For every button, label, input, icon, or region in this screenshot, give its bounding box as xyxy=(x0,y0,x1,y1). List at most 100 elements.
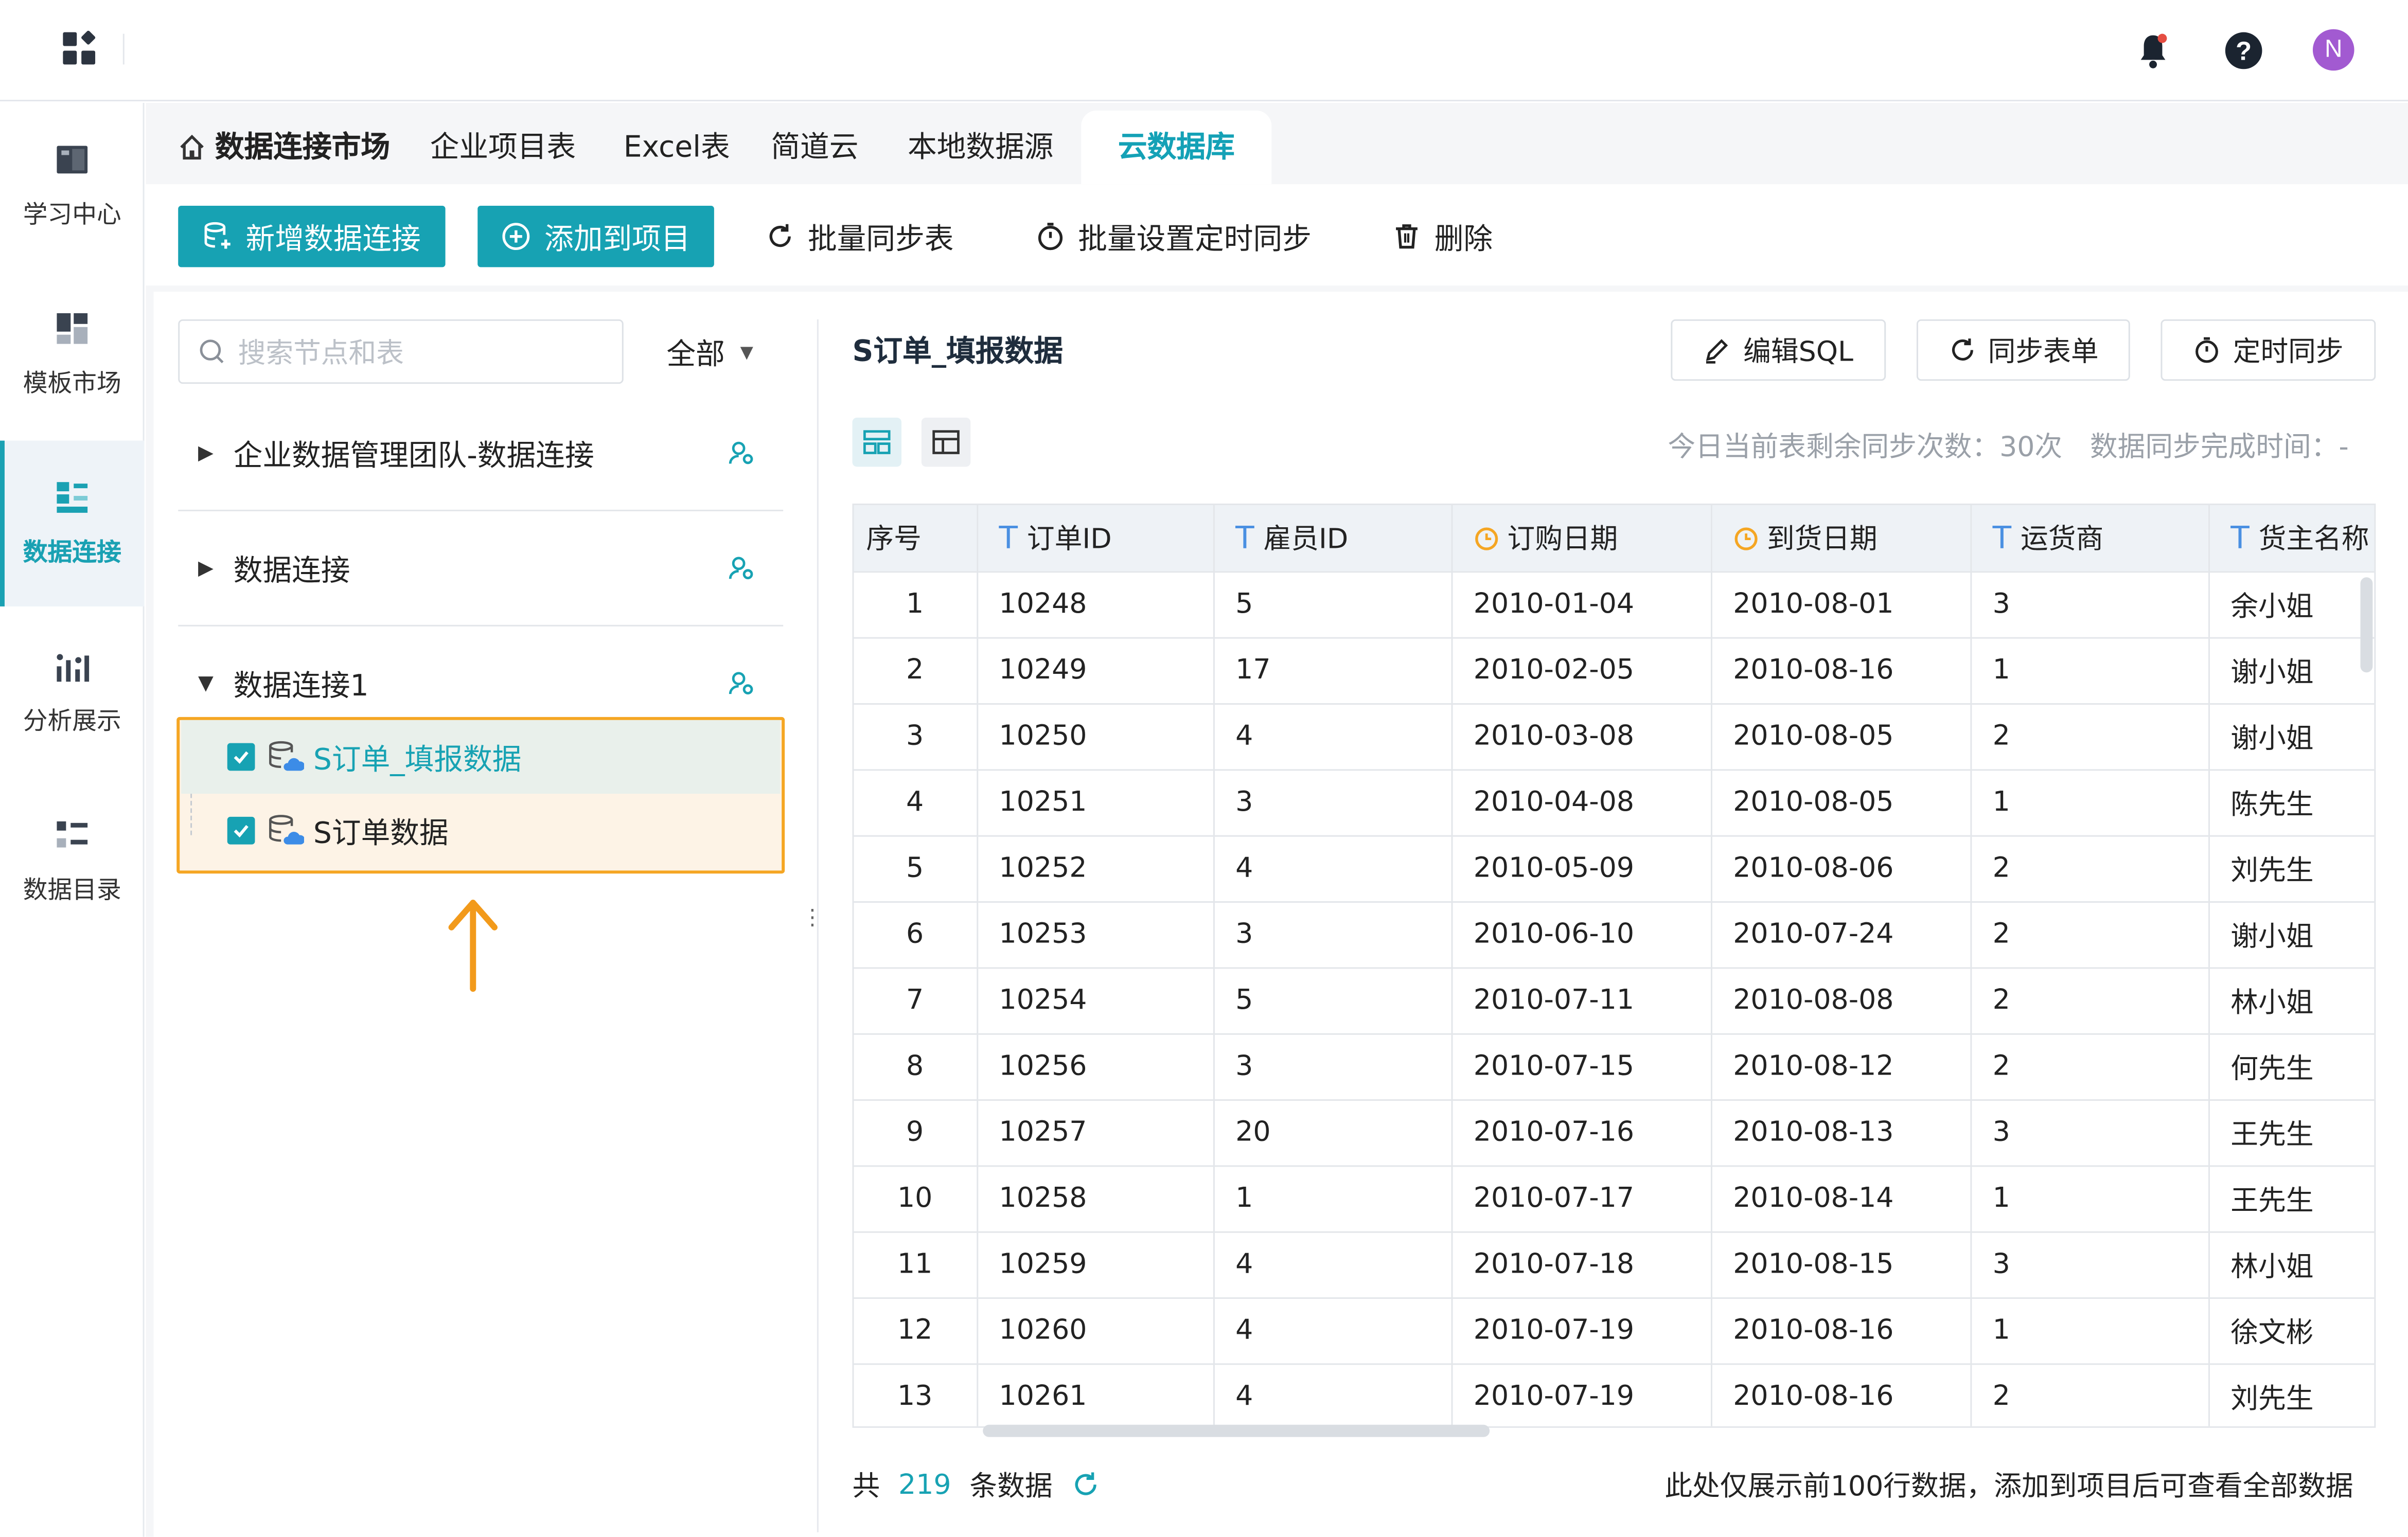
table-cell: 10 xyxy=(854,1165,978,1232)
table-cell: 2010-07-24 xyxy=(1710,901,1971,968)
cloud-database-icon xyxy=(269,741,304,771)
text-type-icon: T xyxy=(1235,519,1254,557)
table-row[interactable]: 7 10254 5 2010-07-11 2010-08-08 2 林小姐 xyxy=(854,967,2375,1034)
search-placeholder: 搜索节点和表 xyxy=(238,337,404,370)
column-header[interactable]: 到货日期 xyxy=(1710,505,1971,572)
table-row[interactable]: 2 10249 17 2010-02-05 2010-08-16 1 谢小姐 xyxy=(854,637,2375,704)
data-table: 序号 T 订单ID T 雇员ID 订购日期 到货日期 T 运货商 T 货主名称 1 102… xyxy=(852,503,2376,1428)
nav-item-templates[interactable]: 模板市场 xyxy=(0,272,145,437)
add-to-project-button[interactable]: 添加到项目 xyxy=(477,205,714,267)
table-row[interactable]: 6 10253 3 2010-06-10 2010-07-24 2 谢小姐 xyxy=(854,901,2375,968)
tree-group[interactable]: ▶ 数据连接 xyxy=(178,511,784,627)
column-header[interactable]: T 雇员ID xyxy=(1213,505,1453,572)
clock-icon xyxy=(1474,528,1497,551)
table-cell: 2 xyxy=(1970,835,2209,902)
column-header[interactable]: T 货主名称 xyxy=(2208,505,2375,572)
edit-sql-button[interactable]: 编辑SQL xyxy=(1671,319,1886,381)
tab-label: 数据连接市场 xyxy=(215,130,391,165)
table-cell: 5 xyxy=(1213,571,1453,638)
vertical-scrollbar[interactable] xyxy=(2360,577,2373,673)
table-row[interactable]: 5 10252 4 2010-05-09 2010-08-06 2 刘先生 xyxy=(854,835,2375,902)
checkbox-checked[interactable] xyxy=(227,816,255,845)
tab-local-source[interactable]: 本地数据源 xyxy=(908,111,1054,184)
template-icon xyxy=(57,313,88,344)
column-header[interactable]: 序号 xyxy=(854,505,978,572)
tree-group[interactable]: ▶ 企业数据管理团队-数据连接 xyxy=(178,396,784,511)
table-row[interactable]: 13 10261 4 2010-07-19 2010-08-16 2 刘先生 xyxy=(854,1363,2375,1426)
nav-item-analysis[interactable]: 分析展示 xyxy=(0,610,145,775)
table-cell: 2010-08-13 xyxy=(1710,1099,1971,1166)
user-settings-icon[interactable] xyxy=(728,669,756,697)
table-cell: 5 xyxy=(854,835,978,902)
svg-text:?: ? xyxy=(2236,36,2252,65)
table-cell: 谢小姐 xyxy=(2208,703,2375,770)
batch-sync-button[interactable]: 批量同步表 xyxy=(765,206,954,267)
app-grid-icon[interactable] xyxy=(61,30,98,68)
catalog-icon xyxy=(57,821,88,848)
tree-leaf[interactable]: S订单数据 xyxy=(181,794,780,867)
table-row[interactable]: 12 10260 4 2010-07-19 2010-08-16 1 徐文彬 xyxy=(854,1297,2375,1364)
table-cell: 2 xyxy=(854,637,978,704)
table-cell: 9 xyxy=(854,1099,978,1166)
checkbox-checked[interactable] xyxy=(227,743,255,771)
tab-excel[interactable]: Excel表 xyxy=(624,111,730,184)
table-cell: 2010-08-01 xyxy=(1710,571,1971,638)
column-header[interactable]: 订购日期 xyxy=(1451,505,1712,572)
table-cell: 2010-07-11 xyxy=(1451,967,1712,1034)
caret-right-icon[interactable]: ▶ xyxy=(178,441,233,464)
table-cell: 2010-07-19 xyxy=(1451,1297,1712,1364)
view-data-toggle[interactable] xyxy=(852,417,902,467)
column-header[interactable]: T 运货商 xyxy=(1970,505,2209,572)
table-cell: 2 xyxy=(1970,901,2209,968)
delete-button[interactable]: 删除 xyxy=(1391,206,1493,267)
bell-icon[interactable] xyxy=(2135,31,2172,71)
caret-right-icon[interactable]: ▶ xyxy=(178,557,233,580)
help-icon[interactable]: ? xyxy=(2224,31,2264,71)
nav-item-data-connection[interactable]: 数据连接 xyxy=(0,440,145,606)
column-label: 订单ID xyxy=(1026,524,1112,557)
avatar[interactable]: N xyxy=(2312,29,2354,71)
table-cell: 2010-02-05 xyxy=(1451,637,1712,704)
table-row[interactable]: 11 10259 4 2010-07-18 2010-08-15 3 林小姐 xyxy=(854,1231,2375,1298)
table-row[interactable]: 8 10256 3 2010-07-15 2010-08-12 2 何先生 xyxy=(854,1033,2375,1100)
nav-item-learning[interactable]: 学习中心 xyxy=(0,103,145,269)
tab-jiandaoyun[interactable]: 简道云 xyxy=(771,111,858,184)
batch-schedule-button[interactable]: 批量设置定时同步 xyxy=(1035,206,1312,267)
table-row[interactable]: 4 10251 3 2010-04-08 2010-08-05 1 陈先生 xyxy=(854,769,2375,836)
table-cell: 2 xyxy=(1970,703,2209,770)
horizontal-scrollbar[interactable] xyxy=(983,1424,1490,1437)
nav-item-catalog[interactable]: 数据目录 xyxy=(0,778,145,944)
tree-leaf-label: S订单数据 xyxy=(313,816,449,850)
schedule-sync-button[interactable]: 定时同步 xyxy=(2161,319,2376,381)
table-row[interactable]: 1 10248 5 2010-01-04 2010-08-01 3 余小姐 xyxy=(854,571,2375,638)
table-row[interactable]: 9 10257 20 2010-07-16 2010-08-13 3 王先生 xyxy=(854,1099,2375,1166)
add-connection-button[interactable]: 新增数据连接 xyxy=(178,205,446,267)
view-structure-toggle[interactable] xyxy=(921,417,971,467)
tab-market[interactable]: 数据连接市场 xyxy=(178,111,390,184)
table-row[interactable]: 3 10250 4 2010-03-08 2010-08-05 2 谢小姐 xyxy=(854,703,2375,770)
caret-down-icon[interactable]: ▼ xyxy=(178,672,233,695)
table-cell: 2010-07-18 xyxy=(1451,1231,1712,1298)
column-header[interactable]: T 订单ID xyxy=(977,505,1214,572)
timer-icon xyxy=(1038,223,1063,251)
table-cell: 6 xyxy=(854,901,978,968)
tab-enterprise[interactable]: 企业项目表 xyxy=(430,111,576,184)
search-icon xyxy=(200,339,224,364)
resize-handle[interactable]: ⋮ xyxy=(802,907,823,929)
user-settings-icon[interactable] xyxy=(728,554,756,582)
sync-form-button[interactable]: 同步表单 xyxy=(1916,319,2130,381)
nav-label: 学习中心 xyxy=(23,200,121,229)
tree-leaf-selected[interactable]: S订单_填报数据 xyxy=(181,720,781,794)
table-row[interactable]: 10 10258 1 2010-07-17 2010-08-14 1 王先生 xyxy=(854,1165,2375,1232)
table-cell: 10257 xyxy=(977,1099,1214,1166)
tab-cloud-database[interactable]: 云数据库 xyxy=(1081,110,1272,185)
reload-icon[interactable] xyxy=(1071,1469,1102,1500)
search-input[interactable]: 搜索节点和表 xyxy=(178,319,624,384)
table-view-icon xyxy=(863,430,891,454)
check-icon xyxy=(234,751,249,764)
table-cell: 8 xyxy=(854,1033,978,1100)
user-settings-icon[interactable] xyxy=(728,439,756,467)
table-cell: 4 xyxy=(1213,835,1453,902)
table-cell: 4 xyxy=(1213,1231,1453,1298)
filter-select[interactable]: 全部 ▼ xyxy=(666,329,753,375)
